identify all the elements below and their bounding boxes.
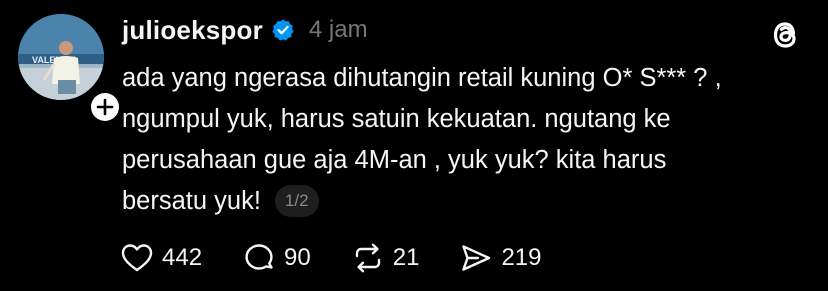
post-text-line-last: bersatu yuk! 1/2 [122, 181, 812, 222]
follow-button[interactable] [88, 90, 122, 124]
repost-button[interactable]: 21 [351, 241, 420, 275]
post-header: julioekspor 4 jam [122, 12, 368, 48]
username[interactable]: julioekspor [122, 15, 263, 46]
send-icon [462, 245, 491, 271]
verified-badge-icon [272, 19, 294, 41]
post-text-line: bersatu yuk! [122, 187, 261, 215]
post-text-line: ada yang ngerasa dihutangin retail kunin… [122, 64, 722, 92]
reply-count: 90 [284, 244, 311, 271]
post-text-line: ngumpul yuk, harus satuin kekuatan. ngut… [122, 105, 671, 133]
threads-post: VALENCIA julioekspor 4 jam a [0, 0, 828, 291]
post-text-line: perusahaan gue aja 4M-an , yuk yuk? kita… [122, 146, 667, 174]
plus-icon [96, 98, 114, 116]
like-count: 442 [162, 244, 203, 271]
share-button[interactable]: 219 [459, 241, 542, 275]
share-count: 219 [501, 244, 542, 271]
post-content: ada yang ngerasa dihutangin retail kunin… [122, 58, 812, 222]
post-time: 4 jam [308, 16, 368, 43]
avatar-image: VALENCIA [18, 14, 104, 100]
action-bar: 442 90 21 219 [120, 240, 582, 276]
reply-button[interactable]: 90 [242, 241, 311, 275]
page-indicator[interactable]: 1/2 [274, 185, 319, 217]
avatar-container: VALENCIA [18, 14, 122, 124]
comment-icon [245, 244, 273, 270]
avatar[interactable]: VALENCIA [18, 14, 104, 100]
repost-icon [355, 243, 380, 273]
like-button[interactable]: 442 [120, 241, 202, 275]
heart-icon [121, 244, 153, 272]
repost-count: 21 [392, 244, 420, 271]
threads-logo-icon[interactable] [766, 16, 804, 54]
